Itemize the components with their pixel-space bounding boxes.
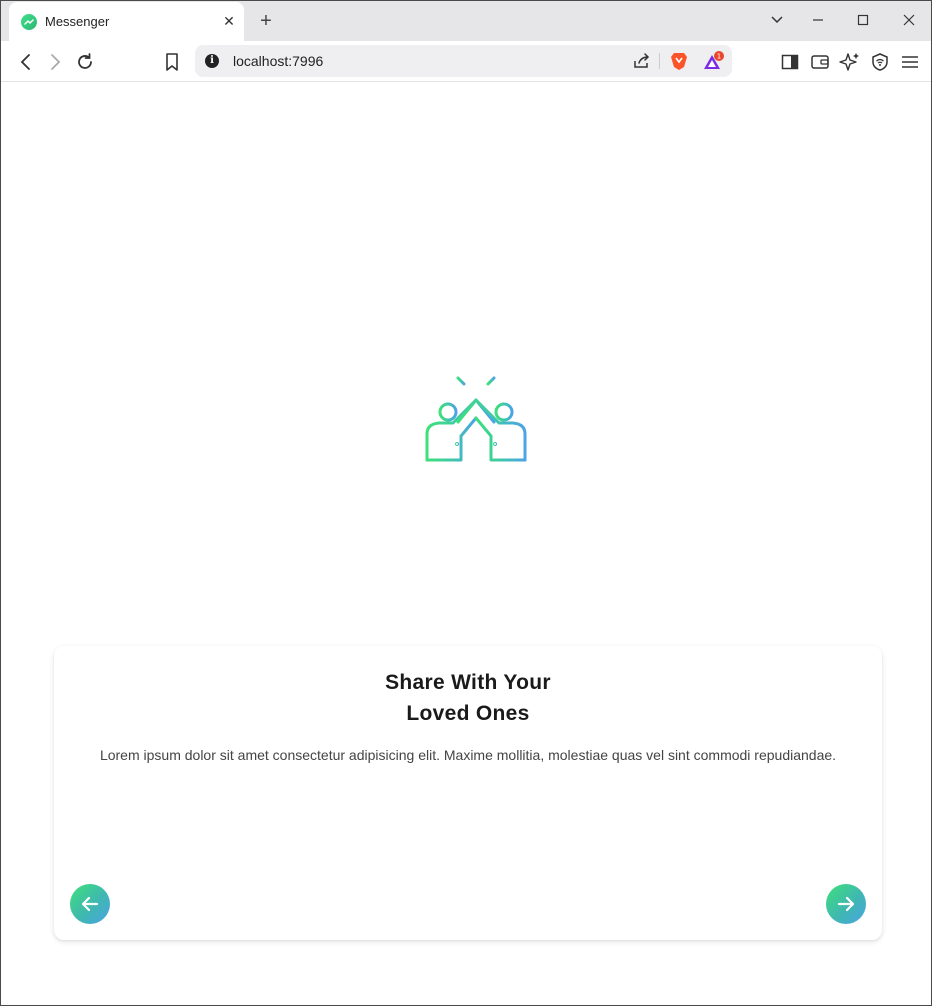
- next-slide-button[interactable]: [826, 884, 866, 924]
- minimize-button[interactable]: [806, 10, 830, 32]
- tab-search-dropdown-icon[interactable]: [765, 10, 789, 32]
- bookmark-icon[interactable]: [161, 51, 183, 73]
- site-info-icon[interactable]: i: [205, 54, 219, 68]
- onboarding-card: Share With Your Loved Ones Lorem ipsum d…: [54, 646, 882, 940]
- leo-ai-icon[interactable]: [839, 51, 861, 73]
- menu-hamburger-icon[interactable]: [899, 51, 921, 73]
- tab-strip: Messenger ✕ +: [1, 1, 931, 41]
- browser-window: Messenger ✕ + i localhost:7996 1 Share W…: [0, 0, 932, 1006]
- omnibox-divider: [659, 53, 660, 69]
- share-icon[interactable]: [633, 53, 651, 74]
- wallet-icon[interactable]: [809, 51, 831, 73]
- browser-toolbar: i localhost:7996 1: [1, 41, 931, 82]
- tab-messenger[interactable]: Messenger ✕: [9, 2, 244, 41]
- tab-title: Messenger: [45, 14, 110, 29]
- address-url[interactable]: localhost:7996: [233, 53, 323, 69]
- new-tab-button[interactable]: +: [255, 10, 277, 32]
- high-five-icon: [423, 368, 529, 464]
- card-title-line2: Loved Ones: [406, 702, 530, 725]
- page-content: Share With Your Loved Ones Lorem ipsum d…: [2, 83, 931, 1005]
- arrow-right-icon: [837, 896, 855, 912]
- arrow-left-icon: [81, 896, 99, 912]
- card-title: Share With Your Loved Ones: [54, 667, 882, 729]
- brave-shields-icon[interactable]: [669, 51, 689, 76]
- back-arrow-icon[interactable]: [15, 51, 37, 73]
- maximize-button[interactable]: [851, 10, 875, 32]
- close-window-button[interactable]: [897, 10, 921, 32]
- reload-icon[interactable]: [74, 51, 96, 73]
- forward-arrow-icon[interactable]: [44, 51, 66, 73]
- address-bar[interactable]: i localhost:7996 1: [195, 45, 732, 77]
- brave-rewards-icon[interactable]: 1: [703, 51, 725, 78]
- tab-close-icon[interactable]: ✕: [220, 12, 238, 30]
- card-title-line1: Share With Your: [385, 671, 551, 694]
- rewards-badge-count: 1: [717, 53, 721, 61]
- vpn-shield-icon[interactable]: [869, 51, 891, 73]
- sidebar-toggle-icon[interactable]: [779, 51, 801, 73]
- messenger-favicon-icon: [21, 14, 37, 30]
- card-description: Lorem ipsum dolor sit amet consectetur a…: [99, 747, 837, 763]
- previous-slide-button[interactable]: [70, 884, 110, 924]
